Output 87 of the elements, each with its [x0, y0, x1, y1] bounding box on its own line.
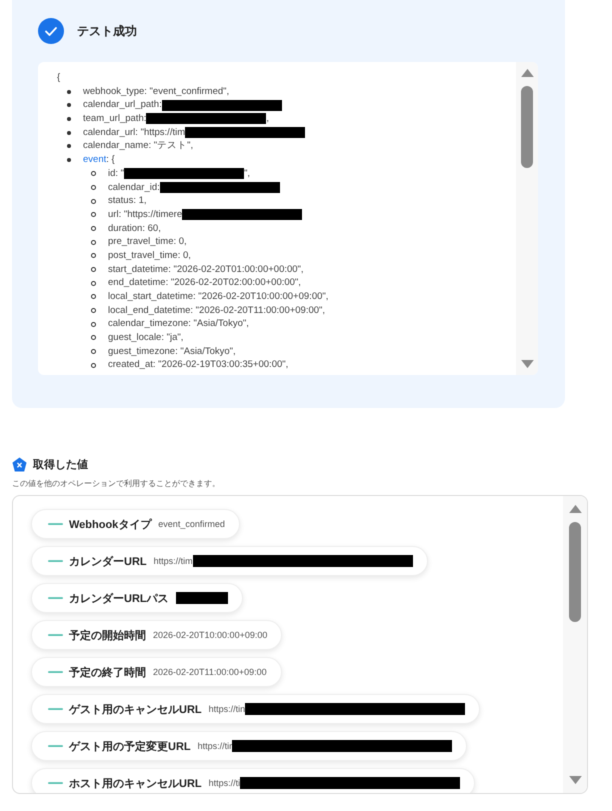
code-line: created_at: "2026-02-19T03:00:35+00:00", — [108, 358, 288, 372]
chip-label: ゲスト用の予定変更URL — [69, 740, 191, 754]
bullet — [91, 184, 96, 190]
code-line: team_url_path: — [83, 112, 146, 126]
bullet — [91, 253, 96, 258]
app-logo-icon — [48, 744, 63, 748]
value-chip[interactable]: カレンダーURL https://tim — [31, 546, 428, 576]
code-line: id: " — [108, 166, 124, 181]
code-line: event: { — [83, 153, 115, 167]
code-text: , — [266, 112, 270, 126]
chip-value: https://ti — [208, 778, 240, 788]
scroll-up-icon[interactable] — [568, 504, 582, 513]
code-line: duration: 60, — [108, 222, 161, 236]
result-title: テスト成功 — [77, 22, 137, 40]
variable-icon — [12, 456, 27, 472]
section-description: この値を他のオペレーションで利用することができます。 — [12, 478, 221, 489]
app-logo-icon — [48, 522, 63, 526]
code-line: start_datetime: "2026-02-20T01:00:00+00:00", — [108, 262, 304, 276]
bullet — [67, 90, 71, 94]
code-line: calendar_url: "https://tim — [83, 126, 186, 140]
value-chip[interactable]: 予定の開始時間 2026-02-20T10:00:00+09:00 — [31, 620, 282, 650]
app-logo-icon — [48, 707, 63, 711]
bullet — [91, 322, 96, 327]
bullet — [91, 240, 96, 245]
app-logo-icon — [48, 781, 63, 785]
code-line: calendar_name: "テスト", — [83, 139, 194, 154]
scrollbar-thumb[interactable] — [521, 86, 533, 168]
code-line: status: 1, — [108, 194, 147, 208]
chip-label: 予定の開始時間 — [69, 628, 146, 642]
value-chip[interactable]: ゲスト用のキャンセルURL https://tin — [31, 694, 480, 724]
chip-value: event_confirmed — [158, 519, 225, 529]
bullet — [91, 198, 96, 204]
value-chip[interactable]: ゲスト用の予定変更URL https://tir — [31, 731, 468, 761]
bullet — [91, 212, 96, 218]
bullet — [91, 349, 96, 354]
bullet — [67, 103, 71, 108]
scroll-up-icon[interactable] — [520, 68, 534, 77]
bullet — [91, 266, 96, 272]
chip-value: https://tin — [208, 704, 246, 714]
app-logo-icon — [48, 670, 63, 674]
scrollbar-thumb[interactable] — [569, 522, 581, 622]
bullet — [67, 158, 71, 162]
scroll-down-icon[interactable] — [568, 776, 582, 785]
app-logo-icon — [48, 559, 63, 563]
scroll-down-icon[interactable] — [520, 360, 534, 369]
bullet — [67, 144, 71, 148]
code-line: webhook_type: "event_confirmed", — [83, 84, 230, 98]
code-line: end_datetime: "2026-02-20T02:00:00+00:00", — [108, 276, 301, 290]
chip-label: ゲスト用のキャンセルURL — [69, 702, 202, 716]
app-logo-icon — [48, 633, 63, 637]
value-chip[interactable]: カレンダーURLパス — [31, 583, 243, 613]
bullet — [91, 308, 96, 314]
code-line: url: "https://timere — [108, 208, 182, 222]
bullet — [67, 116, 71, 121]
chip-value: https://tir — [198, 741, 232, 751]
bullet — [91, 280, 96, 286]
code-line: calendar_timezone: "Asia/Tokyo", — [108, 317, 249, 332]
value-chip[interactable]: Webhookタイプ event_confirmed — [31, 509, 240, 539]
chip-value: 2026-02-20T10:00:00+09:00 — [153, 630, 268, 640]
code-line: local_end_datetime: "2026-02-20T11:00:00+09:00", — [108, 304, 326, 318]
bullet — [91, 171, 96, 176]
code-text: ", — [244, 166, 250, 181]
bullet — [91, 335, 96, 340]
code-line: calendar_id: — [108, 180, 160, 194]
value-chip[interactable]: ホスト用のキャンセルURL https://ti — [31, 768, 476, 793]
code-line: guest_timezone: "Asia/Tokyo", — [108, 344, 236, 358]
code-line: calendar_url_path: — [83, 98, 162, 112]
chip-label: カレンダーURL — [69, 554, 147, 568]
chip-value: 2026-02-20T11:00:00+09:00 — [153, 667, 267, 677]
app-logo-icon — [48, 596, 63, 600]
chip-label: カレンダーURLパス — [69, 592, 169, 606]
bullet — [91, 294, 96, 300]
code-line: post_travel_time: 0, — [108, 248, 191, 263]
code-line: pre_travel_time: 0, — [108, 235, 187, 249]
chip-label: 予定の終了時間 — [69, 666, 146, 680]
code-line: guest_locale: "ja", — [108, 331, 184, 345]
bullet — [91, 226, 96, 231]
value-chip[interactable]: 予定の終了時間 2026-02-20T11:00:00+09:00 — [31, 657, 282, 687]
check-icon — [38, 18, 64, 44]
chip-label: ホスト用のキャンセルURL — [69, 776, 202, 790]
bullet — [91, 362, 96, 368]
code-line: local_start_datetime: "2026-02-20T10:00:00+09:00", — [108, 290, 328, 304]
chip-label: Webhookタイプ — [69, 518, 152, 532]
section-title: 取得した値 — [33, 458, 88, 472]
chip-value: https://tim — [154, 556, 193, 566]
code-line: { — [57, 71, 62, 85]
bullet — [67, 130, 71, 135]
